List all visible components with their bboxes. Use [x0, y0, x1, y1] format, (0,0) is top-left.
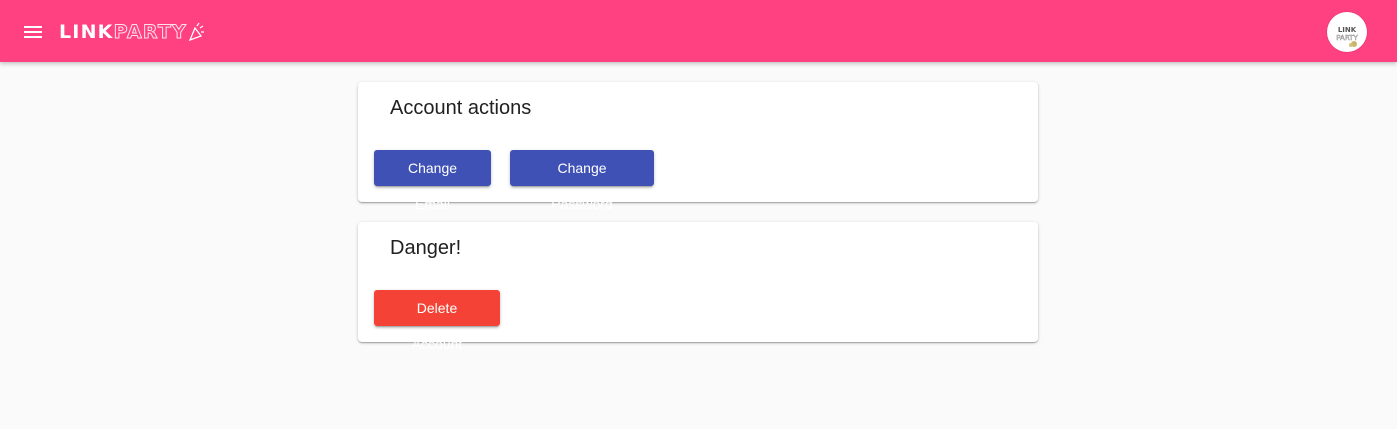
danger-card: Danger! Delete Account: [358, 222, 1038, 352]
user-avatar[interactable]: LINK PARTY: [1327, 12, 1367, 52]
account-actions-title: Account actions: [390, 97, 532, 119]
logo-text-party: PARTY: [113, 21, 187, 44]
change-email-button[interactable]: Change Email: [374, 150, 491, 212]
top-toolbar: LINK PARTY LINK PARTY: [0, 0, 1397, 62]
hamburger-menu-icon[interactable]: [18, 17, 48, 47]
logo-text-link: LINK: [59, 21, 114, 43]
linkparty-logo-avatar-icon: LINK PARTY: [1336, 26, 1359, 47]
danger-title: Danger!: [390, 237, 462, 259]
app-logo[interactable]: LINK PARTY: [59, 19, 204, 45]
party-popper-icon: [188, 22, 204, 42]
avatar-text-link: LINK: [1338, 26, 1357, 34]
account-actions-card: Account actions Change Email Change Pass…: [358, 82, 1038, 212]
change-password-button[interactable]: Change Password: [510, 150, 654, 212]
avatar-text-party: PARTY: [1336, 34, 1358, 42]
delete-account-button[interactable]: Delete Account: [374, 290, 500, 352]
